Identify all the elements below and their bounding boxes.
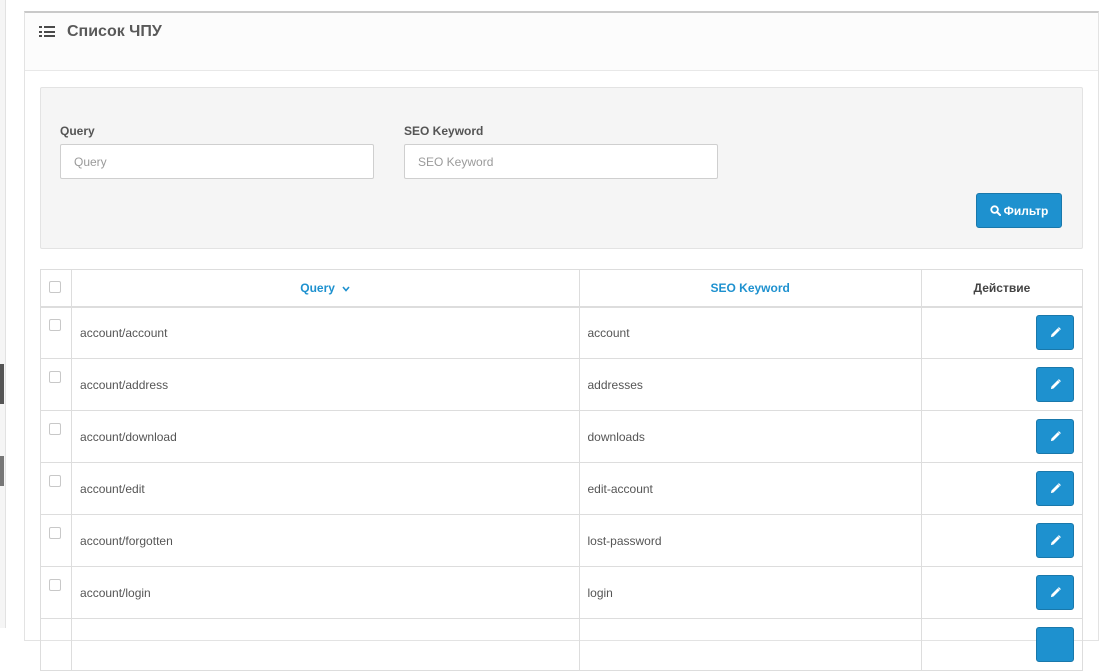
pencil-icon [1050,587,1061,598]
row-keyword: account [578,306,922,359]
row-query: account/account [71,306,580,359]
edit-button[interactable] [1036,315,1074,351]
filter-button-label: Фильтр [1003,203,1049,218]
table-row: account/address addresses [39,358,1084,411]
filter-panel: Query SEO Keyword Фильтр [40,87,1083,249]
edit-button[interactable] [1036,367,1074,402]
row-action-cell [920,306,1084,359]
row-checkbox[interactable] [49,422,61,435]
keyword-column-header[interactable]: SEO Keyword [578,269,922,308]
row-checkbox[interactable] [49,474,61,487]
row-query: account/download [71,410,580,463]
row-action-cell [920,358,1084,411]
sidebar-edge-mark [0,364,4,404]
edit-button[interactable] [1036,627,1074,662]
seo-url-table: Query SEO Keyword Действие account/accou… [39,269,1084,671]
edit-button[interactable] [1036,471,1074,506]
seo-url-panel: Список ЧПУ Query SEO Keyword Фильтр Quer… [24,11,1099,671]
pencil-icon [1050,483,1061,494]
pencil-icon [1050,379,1061,390]
row-checkbox[interactable] [49,318,61,331]
panel-title: Список ЧПУ [39,23,162,41]
table-row: account/login login [39,566,1084,619]
row-action-cell [920,514,1084,567]
row-query: account/edit [71,462,580,515]
row-checkbox[interactable] [49,526,61,539]
table-header-row: Query SEO Keyword Действие [39,269,1084,308]
table-row: account/edit edit-account [39,462,1084,515]
sidebar-edge [0,0,6,628]
table-row: account/forgotten lost-password [39,514,1084,567]
row-keyword [578,618,922,671]
row-checkbox-cell [39,514,73,567]
pencil-icon [1050,431,1061,442]
keyword-filter-input[interactable] [404,144,718,179]
row-action-cell [920,566,1084,619]
chevron-down-icon [342,286,350,292]
select-all-checkbox[interactable] [49,281,61,294]
row-query: account/login [71,566,580,619]
query-filter-input[interactable] [60,144,374,179]
row-keyword: downloads [578,410,922,463]
search-icon [989,205,1001,216]
row-keyword: addresses [578,358,922,411]
pencil-icon [1050,327,1061,338]
edit-button[interactable] [1036,523,1074,558]
sidebar-edge-mark [0,456,4,486]
row-query: account/forgotten [71,514,580,567]
keyword-column-label: SEO Keyword [710,280,790,295]
query-column-label: Query [300,280,335,295]
panel-heading: Список ЧПУ [25,13,1098,71]
row-keyword: login [578,566,922,619]
keyword-filter-label: SEO Keyword [404,124,484,138]
table-row: account/download downloads [39,410,1084,463]
row-checkbox-cell [39,618,73,671]
row-query: account/address [71,358,580,411]
row-action-cell [920,462,1084,515]
row-checkbox[interactable] [49,578,61,591]
table-row: account/account account [39,306,1084,359]
action-column-label: Действие [973,280,1031,295]
filter-button[interactable]: Фильтр [976,193,1062,228]
action-column-header: Действие [920,269,1084,308]
row-checkbox-cell [39,306,73,359]
query-filter-label: Query [60,124,95,138]
list-icon [39,26,55,38]
edit-button[interactable] [1036,575,1074,610]
row-checkbox[interactable] [49,370,61,383]
row-keyword: lost-password [578,514,922,567]
row-checkbox-cell [39,410,73,463]
panel-title-text: Список ЧПУ [67,23,162,40]
pencil-icon [1050,535,1061,546]
row-checkbox-cell [39,462,73,515]
table-row-partial [39,618,1084,671]
row-action-cell [920,618,1084,671]
row-query [71,618,580,671]
row-action-cell [920,410,1084,463]
row-checkbox-cell [39,358,73,411]
row-checkbox-cell [39,566,73,619]
row-keyword: edit-account [578,462,922,515]
query-column-header[interactable]: Query [71,269,580,308]
edit-button[interactable] [1036,419,1074,454]
select-all-cell [39,269,73,308]
